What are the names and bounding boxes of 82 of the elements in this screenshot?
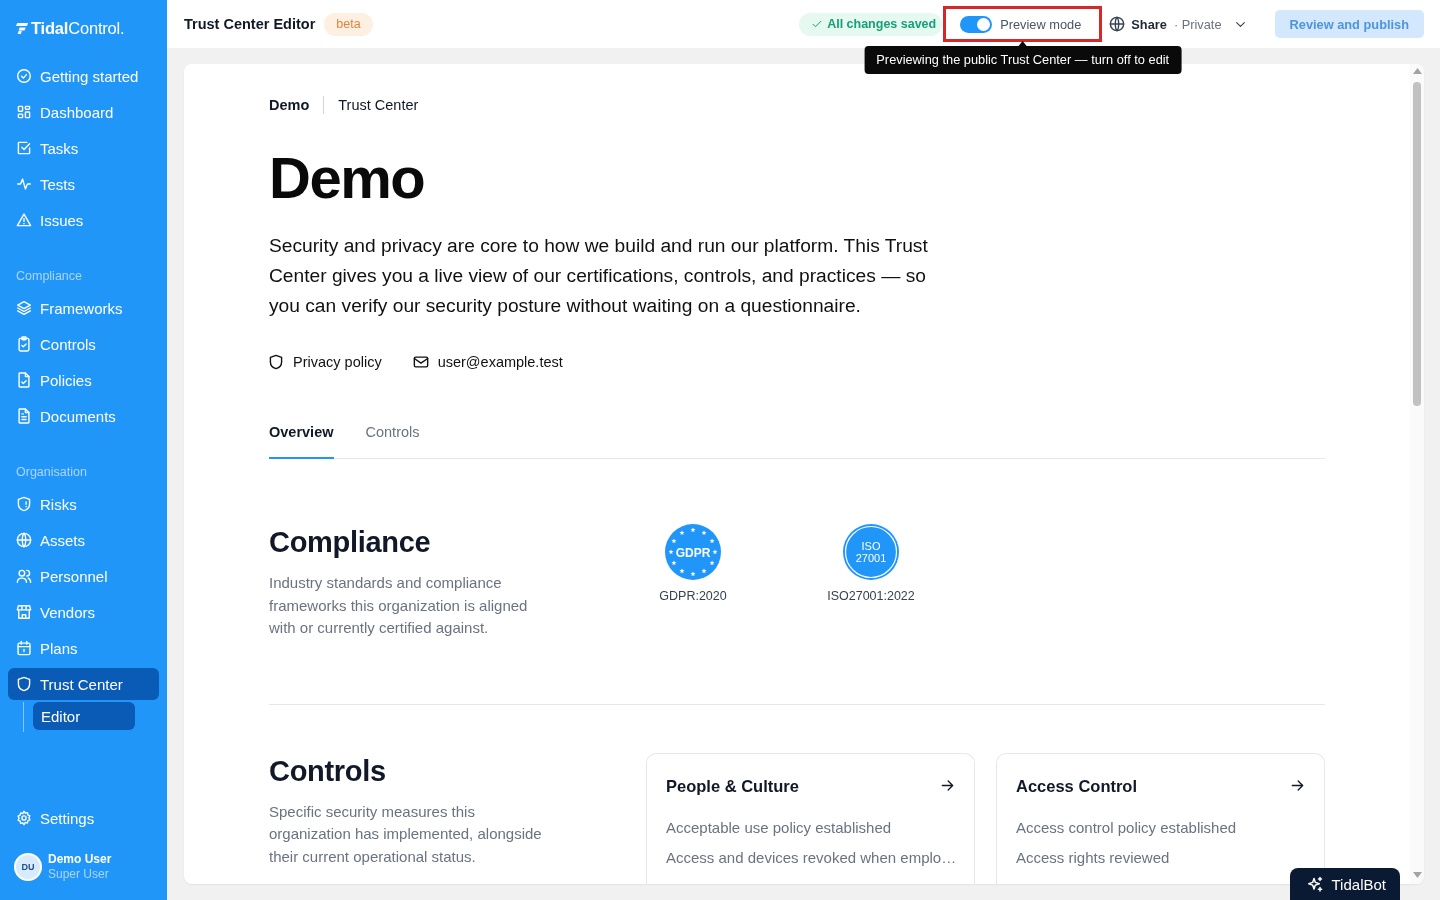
checkbox-icon	[17, 141, 31, 155]
mail-icon	[413, 355, 428, 369]
sidebar-item[interactable]: Issues	[8, 204, 159, 236]
privacy-policy-link[interactable]: Privacy policy	[269, 352, 382, 372]
people-icon	[17, 569, 31, 583]
gdpr-seal: GDPR	[665, 524, 721, 580]
sidebar-item[interactable]: Getting started	[8, 60, 159, 92]
control-item: Access rights reviewed	[1016, 847, 1171, 868]
logo-icon	[16, 22, 28, 34]
breadcrumb-item[interactable]: Demo	[269, 95, 310, 115]
sidebar-item[interactable]: Assets	[8, 524, 159, 556]
arrow-right-icon	[1291, 779, 1304, 792]
warning-icon	[17, 213, 31, 227]
iso-seal: ISO 27001	[843, 524, 899, 580]
sidebar-section-heading: Compliance	[15, 268, 83, 284]
sidebar-item[interactable]: Risks	[8, 488, 159, 520]
save-status-label: All changes saved	[827, 17, 937, 31]
toggle-switch[interactable]	[960, 15, 993, 33]
section-description: Specific security measures this organization has implemented, alongside their current operational status.	[269, 801, 543, 867]
arrow-right-icon	[941, 779, 954, 792]
beta-tag: beta	[324, 12, 373, 36]
category-title: Access Control	[1016, 775, 1138, 796]
trust-center-title: Demo	[269, 146, 426, 210]
sidebar-subitem[interactable]: Editor	[33, 702, 135, 730]
store-icon	[17, 605, 31, 619]
scroll-down-icon[interactable]	[1412, 872, 1422, 878]
scrollbar-thumb[interactable]	[1413, 82, 1421, 406]
sidebar-item[interactable]: Vendors	[8, 596, 159, 628]
logo-text: TidalControl.	[31, 18, 125, 38]
globe-icon	[17, 533, 31, 547]
file-check-icon	[17, 373, 31, 387]
scroll-up-icon[interactable]	[1412, 68, 1422, 74]
clipboard-icon	[17, 337, 31, 351]
tab[interactable]: Overview	[269, 422, 334, 459]
tidalbot-button[interactable]: TidalBot	[1289, 868, 1400, 900]
control-item: Access and devices revoked when emplo…	[666, 847, 954, 868]
tooltip: Previewing the public Trust Center — turn off to edit	[864, 41, 1182, 74]
section-description: Industry standards and compliance frameworks this organization is aligned with or currently certified against.	[269, 573, 529, 638]
sidebar-item[interactable]: Trust Center	[8, 668, 159, 700]
shield-alert-icon	[17, 497, 31, 511]
grid-icon	[17, 105, 31, 119]
sidebar-item[interactable]: Policies	[8, 364, 159, 396]
shield-icon	[17, 677, 31, 691]
control-item: Acceptable use policy established	[666, 817, 893, 838]
page-title: Trust Center Editor	[184, 16, 316, 32]
intro-paragraph: Security and privacy are core to how we build and run our platform. This Trust Center gives you a live view of our certifications, controls, and practices — so you can verify our security posture without waiting on a questionnaire.	[269, 234, 929, 318]
check-circle-icon	[17, 69, 31, 83]
document-icon	[17, 409, 31, 423]
sidebar-item[interactable]: Plans	[8, 632, 159, 664]
calendar-icon	[17, 641, 31, 655]
user-name: Demo User	[48, 852, 112, 867]
breadcrumb-item[interactable]: Trust Center	[338, 95, 419, 115]
email-link[interactable]: user@example.test	[413, 352, 563, 372]
tab[interactable]: Controls	[365, 422, 420, 459]
sparkles-icon	[1307, 876, 1323, 892]
globe-icon	[1110, 17, 1125, 31]
sidebar-item[interactable]: Controls	[8, 328, 159, 360]
framework-label: GDPR:2020	[659, 588, 727, 604]
sidebar-item[interactable]: Personnel	[8, 560, 159, 592]
layers-icon	[17, 301, 31, 315]
preview-mode-toggle[interactable]: Preview mode	[943, 6, 1103, 42]
framework-label: ISO27001:2022	[827, 588, 915, 604]
sidebar-item[interactable]: Tests	[8, 168, 159, 200]
sidebar-section-heading: Organisation	[15, 464, 88, 480]
settings-icon	[17, 811, 31, 825]
sidebar-item[interactable]: Documents	[8, 400, 159, 432]
sidebar-item[interactable]: Tasks	[8, 132, 159, 164]
scrollbar-track[interactable]	[1410, 64, 1424, 884]
sidebar-item[interactable]: Frameworks	[8, 292, 159, 324]
section-heading: Compliance	[269, 525, 432, 560]
control-item: Access control policy established	[1016, 817, 1238, 838]
category-title: People & Culture	[666, 775, 799, 796]
check-icon	[812, 19, 823, 29]
section-heading: Controls	[269, 753, 387, 789]
shield-icon	[269, 355, 283, 369]
pulse-icon	[17, 177, 31, 191]
sidebar-item[interactable]: Settings	[8, 802, 159, 834]
user-avatar[interactable]: DU	[14, 853, 42, 881]
control-category-card[interactable]: People & Culture Acceptable use policy established Access and devices revoked when emplo…	[646, 752, 975, 884]
user-role: Super User	[48, 867, 110, 882]
share-button[interactable]: Share · Private	[1110, 16, 1246, 32]
sidebar-item[interactable]: Dashboard	[8, 96, 159, 128]
